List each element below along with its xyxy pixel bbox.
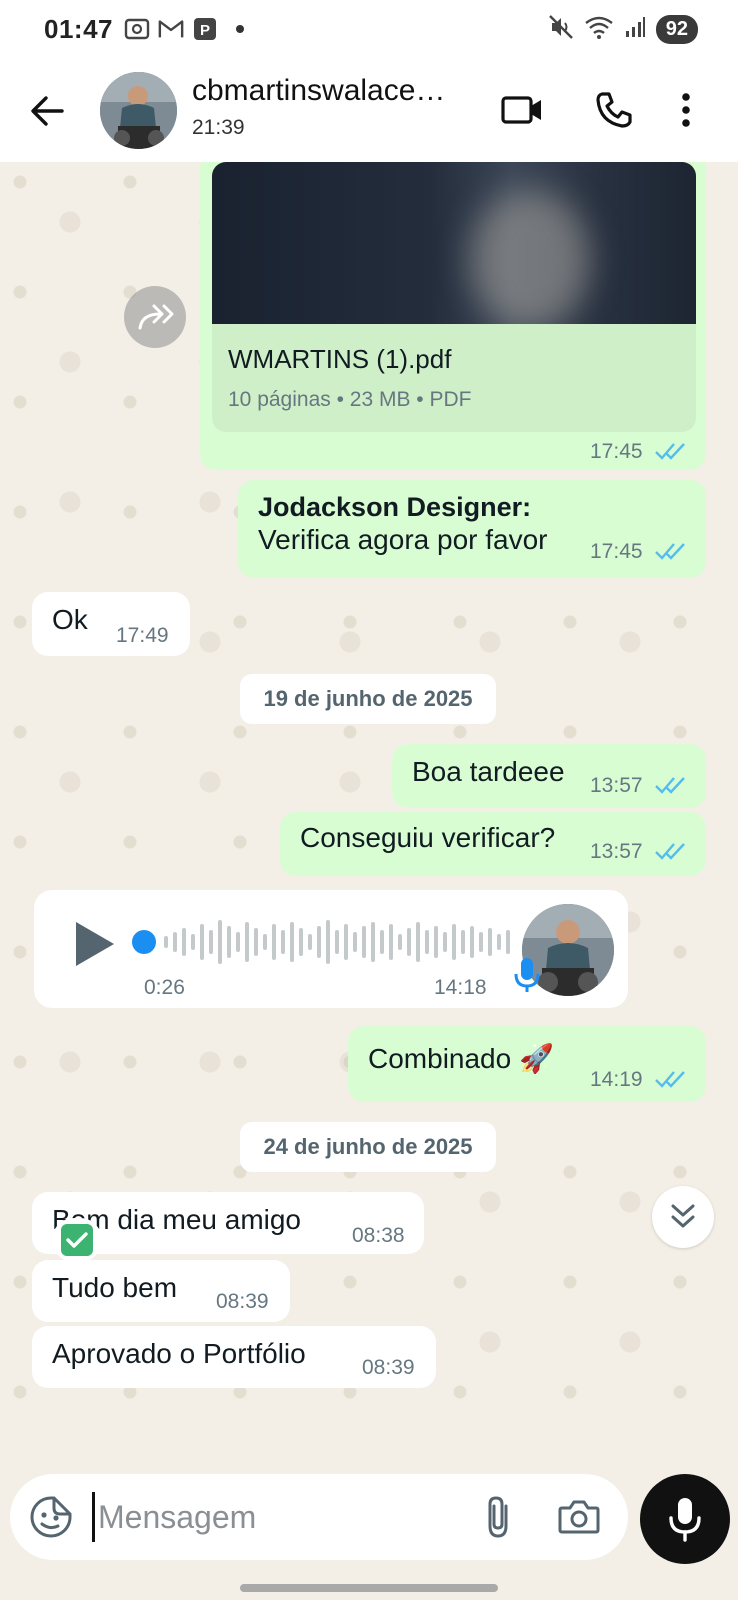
message-text: Aprovado o Portfólio (52, 1338, 306, 1369)
microphone-icon (669, 1498, 701, 1542)
document-preview-image[interactable] (212, 162, 696, 324)
status-time: 01:47 (44, 14, 113, 44)
read-ticks-icon (655, 777, 685, 794)
message-text: Verifica agora por favor (258, 524, 548, 555)
parking-app-icon: P (192, 16, 218, 42)
status-notification-icons: P (124, 16, 244, 42)
video-camera-icon (501, 96, 541, 124)
play-button[interactable] (70, 918, 118, 970)
vibrate-mute-icon (548, 14, 574, 45)
message-input[interactable] (98, 1488, 458, 1546)
svg-text:P: P (200, 22, 210, 39)
video-call-button[interactable] (496, 84, 548, 136)
read-ticks-icon (655, 443, 685, 460)
signal-icon (624, 16, 646, 43)
message-time: 08:38 (352, 1224, 405, 1247)
message-time: 14:18 (434, 976, 487, 999)
message-composer[interactable] (10, 1474, 628, 1560)
message-time: 13:57 (590, 840, 643, 863)
battery-level: 92 (655, 15, 698, 44)
playback-scrubber[interactable] (132, 930, 156, 954)
composer-bar (0, 1464, 738, 1600)
status-bar: 01:47 P 92 (0, 0, 738, 60)
sticker-button[interactable] (28, 1494, 74, 1540)
attach-button[interactable] (476, 1494, 522, 1540)
camera-button[interactable] (556, 1494, 602, 1540)
message-time: 17:49 (116, 624, 169, 647)
document-meta: 10 páginas • 23 MB • PDF (228, 388, 472, 411)
audio-waveform[interactable] (160, 916, 518, 968)
message-text: Conseguiu verificar? (300, 822, 556, 853)
arrow-left-icon (31, 96, 64, 126)
play-icon (76, 922, 114, 966)
message-time: 13:57 (590, 774, 643, 797)
forward-arrow-icon (138, 304, 174, 330)
paperclip-icon (488, 1496, 508, 1538)
message-time: 08:39 (216, 1290, 269, 1313)
chat-conversation[interactable]: WMARTINS (1).pdf 10 páginas • 23 MB • PD… (0, 162, 738, 1464)
message-time: 17:45 (590, 540, 643, 563)
phone-icon (596, 92, 632, 128)
message-time: 08:39 (362, 1356, 415, 1379)
record-voice-button[interactable] (640, 1474, 730, 1564)
message-text: Tudo bem (52, 1272, 178, 1303)
message-reaction[interactable] (52, 1218, 102, 1262)
wifi-icon (584, 15, 614, 44)
home-indicator[interactable] (240, 1584, 498, 1592)
gmail-icon (158, 16, 184, 42)
message-text: Boa tardeee (412, 756, 565, 787)
message-text: Ok (52, 604, 88, 635)
back-button[interactable] (26, 90, 68, 132)
message-time: 14:19 (590, 1068, 643, 1091)
kebab-menu-icon (682, 93, 690, 127)
message-text: Combinado 🚀 (368, 1043, 554, 1074)
contact-last-seen: 21:39 (192, 116, 245, 139)
date-separator: 24 de junho de 2025 (240, 1122, 496, 1172)
status-system-icons: 92 (548, 14, 698, 45)
double-chevron-down-icon (671, 1204, 695, 1228)
read-ticks-icon (655, 843, 685, 860)
more-options-button[interactable] (670, 84, 702, 136)
message-sender-name: Jodackson Designer: (258, 492, 532, 522)
message-time: 17:45 (590, 440, 643, 463)
microphone-icon (514, 958, 540, 992)
voice-duration: 0:26 (144, 976, 185, 999)
screenshot-icon (124, 16, 150, 42)
chat-header: cbmartinswalace… 21:39 (0, 60, 738, 162)
sticker-emoji-icon (30, 1496, 72, 1538)
document-file-name: WMARTINS (1).pdf (228, 344, 452, 374)
scroll-to-bottom-button[interactable] (652, 1186, 714, 1248)
voice-call-button[interactable] (588, 84, 640, 136)
camera-icon (558, 1500, 600, 1534)
read-ticks-icon (655, 543, 685, 560)
date-separator: 19 de junho de 2025 (240, 674, 496, 724)
more-notifications-dot (236, 25, 244, 33)
contact-avatar[interactable] (100, 72, 177, 149)
contact-name[interactable]: cbmartinswalace… (192, 74, 445, 108)
forward-button[interactable] (124, 286, 186, 348)
voice-message-bubble[interactable]: 0:26 14:18 (34, 890, 628, 1008)
text-cursor (92, 1492, 95, 1542)
check-mark-emoji-icon (61, 1224, 93, 1256)
document-info[interactable]: WMARTINS (1).pdf 10 páginas • 23 MB • PD… (212, 324, 696, 432)
read-ticks-icon (655, 1071, 685, 1088)
